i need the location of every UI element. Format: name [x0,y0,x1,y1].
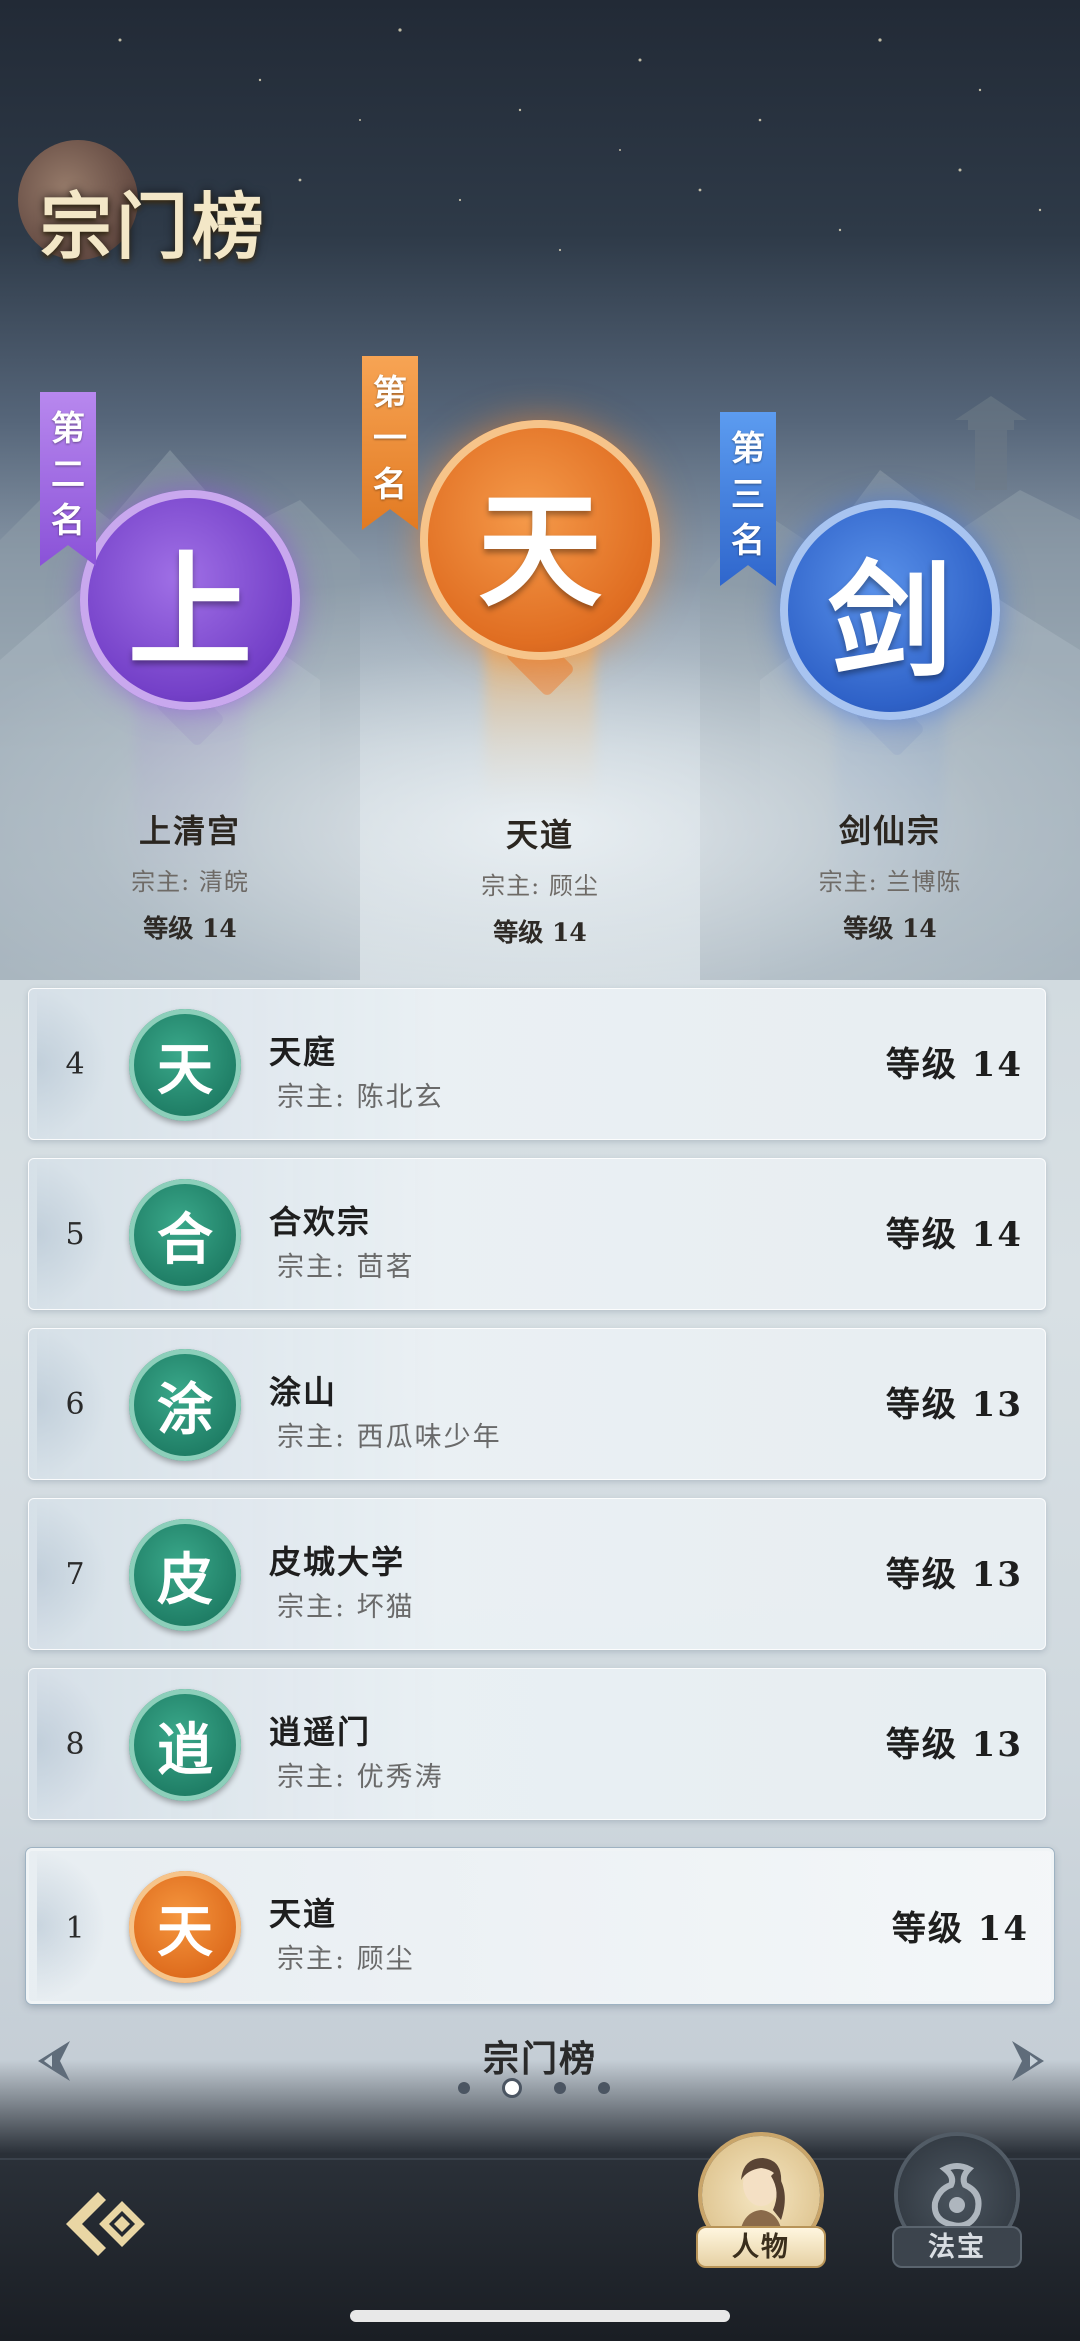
page-dot[interactable] [554,2082,566,2094]
page-title: 宗门榜 [40,184,269,269]
sect-name: 天道 [505,816,574,854]
sect-leader: 宗主: 顾尘 [277,1944,415,1975]
next-page-arrow-icon[interactable] [1002,2030,1056,2092]
rank-banner-second: 第二名 [40,392,96,566]
sect-name: 皮城大学 [269,1543,406,1581]
leaderboard-title: 宗门榜 [482,2038,597,2080]
sect-emblem: 剑 [780,500,1000,720]
back-button[interactable] [30,2170,180,2278]
sect-emblem: 上 [80,490,300,710]
rank-number: 1 [65,1911,85,1946]
sect-name: 天道 [269,1895,338,1933]
ranking-row[interactable]: 4 天 天庭 宗主: 陈北玄 等级 14 [28,988,1046,1140]
sect-leader: 宗主: 茴茗 [277,1252,415,1283]
sect-leader: 宗主: 西瓜味少年 [277,1422,502,1453]
rank-number: 4 [65,1047,85,1082]
sect-name: 合欢宗 [269,1203,372,1241]
page-indicator [458,2078,610,2098]
gourd-treasure-icon [931,2163,982,2229]
sect-name: 涂山 [269,1373,338,1411]
sect-leader: 宗主: 优秀涛 [277,1762,444,1793]
rank-banner-first: 第一名 [362,356,418,530]
sect-emblem: 天 [129,1009,241,1121]
sect-leader: 宗主: 兰博陈 [818,868,962,896]
podium-first-place[interactable]: 天 天道 宗主: 顾尘 等级 14 [410,420,670,949]
sect-level: 等级 13 [885,1385,1023,1425]
back-arrow-icon [66,2192,145,2256]
sect-leader: 宗主: 坏猫 [277,1592,415,1623]
podium-third-place[interactable]: 剑 剑仙宗 宗主: 兰博陈 等级 14 [760,500,1020,945]
sect-name: 天庭 [269,1033,338,1071]
sect-emblem: 天 [420,420,660,660]
ranking-row[interactable]: 5 合 合欢宗 宗主: 茴茗 等级 14 [28,1158,1046,1310]
sect-emblem: 天 [129,1871,241,1983]
sect-leader: 宗主: 清皖 [131,868,249,896]
ranking-row[interactable]: 8 逍 逍遥门 宗主: 优秀涛 等级 13 [28,1668,1046,1820]
characters-tab-label[interactable]: 人物 [696,2226,826,2268]
rank-number: 6 [65,1387,85,1422]
home-indicator[interactable] [350,2310,730,2322]
sect-level: 等级 13 [885,1555,1023,1595]
sect-level: 等级 13 [885,1725,1023,1765]
sect-level: 等级 14 [843,914,937,943]
sect-emblem: 涂 [129,1349,241,1461]
treasures-tab-label[interactable]: 法宝 [892,2226,1022,2268]
rank-number: 7 [65,1557,85,1592]
sect-level: 等级 14 [891,1909,1029,1949]
sect-emblem: 逍 [129,1689,241,1801]
ranking-row[interactable]: 7 皮 皮城大学 宗主: 坏猫 等级 13 [28,1498,1046,1650]
sect-name: 剑仙宗 [838,812,941,850]
sect-level: 等级 14 [493,918,587,947]
my-sect-row[interactable]: 1 天 天道 宗主: 顾尘 等级 14 [26,1848,1054,2004]
sect-leader: 宗主: 陈北玄 [277,1082,444,1113]
page-dot[interactable] [598,2082,610,2094]
podium-second-place[interactable]: 上 上清宫 宗主: 清皖 等级 14 [60,490,320,945]
sect-emblem: 合 [129,1179,241,1291]
rank-number: 8 [65,1727,85,1762]
rank-number: 5 [65,1217,85,1252]
page-dot[interactable] [458,2082,470,2094]
page-dot-active[interactable] [502,2078,522,2098]
sect-level: 等级 14 [885,1215,1023,1255]
sect-level: 等级 14 [885,1045,1023,1085]
sect-level: 等级 14 [143,914,237,943]
ranking-row[interactable]: 6 涂 涂山 宗主: 西瓜味少年 等级 13 [28,1328,1046,1480]
sect-emblem: 皮 [129,1519,241,1631]
sect-name: 上清宫 [138,812,241,850]
rank-banner-third: 第三名 [720,412,776,586]
sect-name: 逍遥门 [269,1713,372,1751]
sect-leader: 宗主: 顾尘 [481,872,599,900]
